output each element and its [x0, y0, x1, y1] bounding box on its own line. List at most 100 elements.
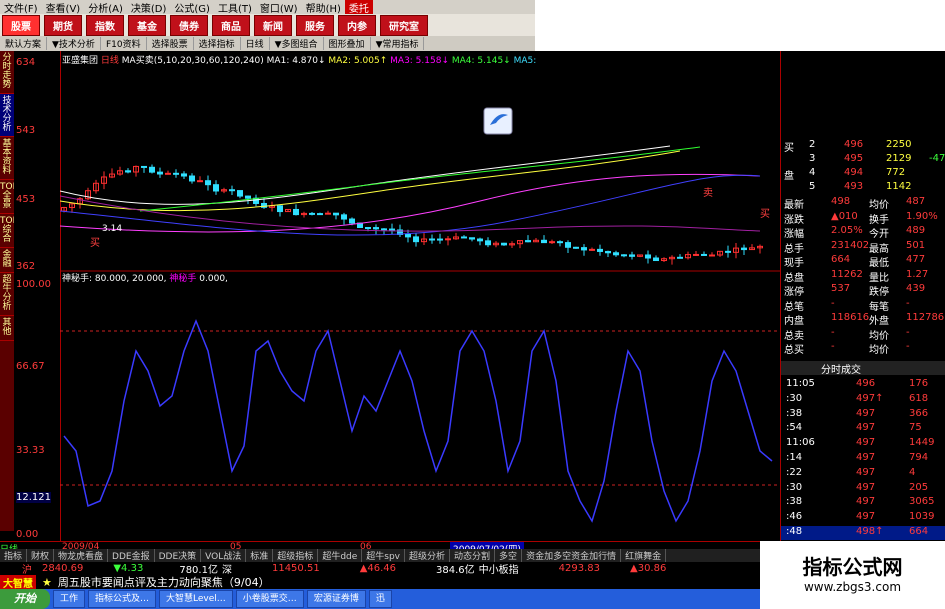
left-tab[interactable]: 分时走势: [0, 51, 14, 94]
toolbar-item[interactable]: ▼多图组合: [270, 37, 324, 50]
taskbar-item[interactable]: 指标公式及…: [88, 590, 157, 608]
market-tab[interactable]: 股票: [2, 14, 40, 36]
tick-row: :22 497 4: [781, 467, 945, 481]
market-tab-bar: 股票 期货 指数 基金 债券 商品 新闻 服务 内参 研究室: [0, 14, 535, 36]
tick-row: :46 497 1039: [781, 511, 945, 525]
taskbar-item[interactable]: 工作: [53, 590, 86, 608]
tick-time: :46: [786, 511, 803, 523]
quote-row: 总买 - 均价 -: [781, 341, 945, 356]
toolbar-item[interactable]: 默认方案: [0, 37, 48, 50]
quote-value: 501: [906, 239, 926, 251]
menu-item[interactable]: 工具(T): [214, 0, 256, 15]
indicator-info-line: 神秘手: 80.000, 20.000, 神秘手 0.000,: [62, 271, 228, 284]
indicator-tab[interactable]: 超牛dde: [318, 549, 363, 562]
toolbar-item[interactable]: 选择指标: [194, 37, 241, 50]
kline-chart[interactable]: 3.14 买 卖 买: [60, 51, 780, 541]
taskbar-item[interactable]: 宏源证券博: [306, 590, 366, 608]
taskbar-item[interactable]: 小卷股票交…: [235, 590, 304, 608]
toolbar-item[interactable]: 日线: [241, 37, 270, 50]
market-tab[interactable]: 期货: [44, 14, 82, 36]
toolbar-item[interactable]: 图形叠加: [324, 37, 371, 50]
left-tab[interactable]: TOP综合: [0, 214, 18, 248]
news-headline[interactable]: 周五股市要闻点评及主力动向聚焦（9/04）: [58, 574, 270, 590]
tick-price: 496: [856, 378, 876, 389]
bid-price: 494: [844, 167, 864, 178]
ma2-value: MA2: 5.005↑: [328, 56, 388, 66]
candle-body: [605, 250, 611, 254]
quote-key: 均价: [869, 200, 889, 211]
candle-body: [333, 212, 339, 216]
quote-key: 跌停: [869, 287, 889, 298]
menu-item[interactable]: 窗口(W): [256, 0, 302, 15]
tick-price: 497: [856, 481, 876, 493]
news-ticker[interactable]: 大智慧 ★ 周五股市要闻点评及主力动向聚焦（9/04）: [0, 574, 760, 590]
quote-key: 外盘: [869, 316, 889, 327]
taskbar-item[interactable]: 迅: [368, 590, 392, 608]
tick-row: :54 497 75: [781, 422, 945, 436]
toolbar-item[interactable]: F10资料: [101, 37, 147, 50]
left-tab[interactable]: 技术分析: [0, 94, 14, 137]
menu-item[interactable]: 委托: [344, 0, 373, 15]
indicator-tab[interactable]: 物龙虎看盘: [54, 549, 109, 562]
candle-body: [197, 180, 203, 183]
indicator-value: 20.000,: [132, 274, 167, 284]
bid-row: 3 495 2129 -47: [781, 153, 945, 167]
left-tab[interactable]: 金融: [0, 248, 14, 273]
indicator-tab[interactable]: 超牛spv: [362, 549, 406, 562]
tick-row: :14 497 794: [781, 452, 945, 466]
indicator-tab[interactable]: 超级指标: [273, 549, 319, 562]
period-label: 日线: [100, 56, 119, 66]
menu-item[interactable]: 公式(G): [170, 0, 214, 15]
market-tab[interactable]: 服务: [296, 14, 334, 36]
price-axis-label: 362: [16, 261, 36, 272]
market-tab[interactable]: 内参: [338, 14, 376, 36]
indicator-axis-label: 100.00: [16, 279, 51, 290]
ma-label: MA买卖(5,10,20,30,60,120,240): [121, 56, 264, 66]
left-tab[interactable]: 超牛分析: [0, 273, 14, 316]
taskbar-item[interactable]: 大智慧Level…: [159, 590, 233, 608]
market-tab[interactable]: 基金: [128, 14, 166, 36]
toolbar-item[interactable]: ▼技术分析: [47, 37, 101, 50]
menu-item[interactable]: 帮助(H): [302, 0, 345, 15]
menu-item[interactable]: 查看(V): [42, 0, 85, 15]
start-button[interactable]: 开始: [0, 589, 50, 609]
market-tab[interactable]: 商品: [212, 14, 250, 36]
candle-body: [525, 240, 531, 243]
indicator-tab[interactable]: 红旗舞金: [621, 549, 667, 562]
quote-row: 内盘 118616 外盘 112786: [781, 312, 945, 327]
tick-time: :30: [786, 481, 803, 493]
left-tab[interactable]: 其他: [0, 316, 14, 341]
quote-row: 现手 664 最低 477: [781, 254, 945, 269]
indicator-tab[interactable]: 资金加多空资金加行情: [522, 549, 622, 562]
tick-volume: 1039: [909, 511, 935, 523]
tick-volume: 664: [909, 526, 929, 537]
menu-item[interactable]: 决策(D): [127, 0, 171, 15]
menu-item[interactable]: 分析(A): [84, 0, 127, 15]
menu-item[interactable]: 文件(F): [0, 0, 42, 15]
quote-row: 总笔 - 每笔 -: [781, 298, 945, 313]
candle-body: [293, 208, 299, 216]
toolbar-item[interactable]: ▼常用指标: [371, 37, 425, 50]
left-vertical-tabs: 分时走势 技术分析 基本资料 TOP全景 TOP综合 金融 超牛分析 其他: [0, 51, 18, 531]
watermark-title: 指标公式网: [802, 555, 903, 579]
candle-body: [173, 172, 179, 175]
market-tab[interactable]: 新闻: [254, 14, 292, 36]
market-tab[interactable]: 指数: [86, 14, 124, 36]
quote-key: 今开: [869, 229, 889, 240]
quote-value: 439: [906, 283, 926, 294]
toolbar-item[interactable]: 选择股票: [147, 37, 194, 50]
bid-price: 493: [844, 181, 864, 192]
tick-row: 11:05 496 176: [781, 378, 945, 392]
bid-row: 盘 4 494 772: [781, 167, 945, 182]
left-tab[interactable]: TOP全景: [0, 180, 18, 214]
market-tab[interactable]: 研究室: [380, 14, 428, 36]
tick-volume: 618: [909, 392, 929, 404]
candle-body: [437, 238, 443, 241]
indicator-tab[interactable]: DDE金报: [108, 549, 155, 562]
bid-volume: 772: [886, 167, 906, 178]
left-tab[interactable]: 基本资料: [0, 137, 14, 180]
market-tab[interactable]: 债券: [170, 14, 208, 36]
quote-value: ▲010: [831, 210, 858, 222]
candle-body: [645, 254, 651, 259]
indicator-tab[interactable]: 标准: [246, 549, 274, 562]
